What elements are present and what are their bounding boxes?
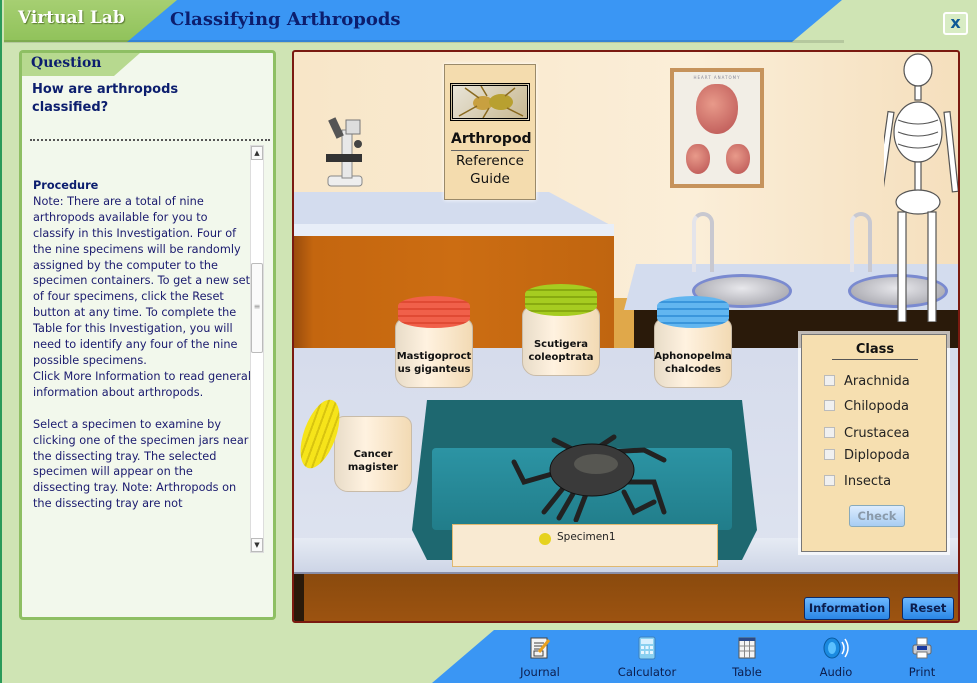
question-text: How are arthropods classified?	[32, 82, 179, 115]
lab-scene: Arthropod Reference Guide HEART ANATOMY	[292, 50, 960, 623]
specimen-label: Specimen1	[557, 531, 616, 543]
class-option-label: Arachnida	[844, 374, 910, 389]
procedure-paragraph: Select a specimen to examine by clicking…	[33, 417, 249, 511]
toolbar-calculator[interactable]: Calculator	[614, 636, 680, 679]
journal-icon	[530, 637, 551, 659]
reference-guide-subtitle: Reference Guide	[456, 153, 524, 187]
microscope-icon	[326, 117, 363, 187]
checkbox[interactable]	[824, 400, 835, 411]
specimen-indicator-dot	[539, 533, 551, 545]
reference-guide-title: Arthropod	[451, 131, 532, 151]
toolbar-label: Calculator	[617, 665, 677, 679]
specimen-jar-scutigera[interactable]: Scutigera coleoptrata	[522, 284, 600, 380]
toolbar-audio[interactable]: Audio	[814, 636, 858, 679]
heart-illustration	[686, 144, 710, 174]
procedure-paragraph: Click More Information to read general i…	[33, 369, 251, 399]
toolbar-label: Print	[908, 665, 936, 679]
heart-illustration	[726, 144, 750, 174]
paragraph-spacer	[33, 401, 251, 417]
faucet-icon	[850, 212, 872, 272]
checkbox[interactable]	[824, 475, 835, 486]
lab-title: Classifying Arthropods	[170, 9, 401, 30]
skeleton-icon	[884, 53, 958, 322]
heart-illustration	[696, 84, 738, 134]
arthropod-reference-guide[interactable]: Arthropod Reference Guide	[444, 64, 536, 200]
class-panel-title: Class	[832, 342, 918, 360]
toolbar-print[interactable]: Print	[900, 636, 944, 679]
table-icon	[738, 637, 756, 659]
class-option-insecta[interactable]: Insecta	[824, 474, 891, 492]
spider-diagram-image	[450, 83, 530, 121]
jar-lid	[398, 296, 470, 328]
specimen-jar-aphonopelma[interactable]: Aphonopelma chalcodes	[654, 296, 732, 392]
checkbox[interactable]	[824, 427, 835, 438]
dotted-divider	[30, 139, 270, 141]
toolbar-label: Table	[732, 665, 762, 679]
scroll-thumb[interactable]: ≡	[251, 263, 263, 353]
app-name: Virtual Lab	[18, 8, 125, 28]
jar-label: Cancer magister	[347, 449, 399, 473]
poster-title: HEART ANATOMY	[693, 75, 741, 80]
procedure-heading: Procedure	[33, 179, 99, 192]
jar-label: Aphonopelma chalcodes	[654, 351, 732, 375]
specimen-jar-mastigoproctus[interactable]: Mastigoproct us giganteus	[395, 296, 473, 392]
scroll-down-button[interactable]: ▼	[251, 538, 263, 552]
heart-anatomy-poster: HEART ANATOMY	[670, 68, 764, 188]
crab-specimen[interactable]	[504, 432, 674, 522]
class-option-label: Chilopoda	[844, 399, 909, 414]
class-option-label: Insecta	[844, 474, 892, 489]
print-icon	[912, 637, 932, 659]
jar-lid	[525, 284, 597, 316]
question-panel: Question How are arthropods classified? …	[19, 50, 276, 620]
calculator-icon	[638, 636, 656, 660]
procedure-paragraph: Note: There are a total of nine arthropo…	[33, 194, 251, 367]
jar-label: Scutigera coleoptrata	[528, 339, 594, 363]
checkbox[interactable]	[824, 375, 835, 386]
reset-button[interactable]: Reset	[902, 597, 954, 620]
toolbar-label: Audio	[819, 665, 853, 679]
jar-lid	[657, 296, 729, 328]
faucet-icon	[692, 212, 714, 272]
jar-label: Mastigoproct us giganteus	[396, 351, 472, 375]
class-panel: Class Arachnida Chilopoda Crustacea Dipl…	[801, 334, 947, 552]
audio-icon	[823, 637, 849, 659]
header-shadow	[4, 40, 844, 43]
close-icon: x	[950, 13, 961, 32]
toolbar-journal[interactable]: Journal	[513, 636, 567, 679]
specimen-label-box: Specimen1	[452, 524, 718, 567]
class-option-label: Diplopoda	[844, 448, 910, 463]
spider-icon	[458, 85, 524, 119]
class-option-label: Crustacea	[844, 426, 910, 441]
toolbar-label: Journal	[520, 665, 560, 679]
toolbar-table[interactable]: Table	[724, 636, 770, 679]
specimen-jar-cancer-magister[interactable]: Cancer magister	[334, 408, 412, 498]
close-button[interactable]: x	[943, 12, 968, 35]
virtual-lab-app: Virtual Lab Classifying Arthropods x Que…	[0, 0, 977, 683]
check-button[interactable]: Check	[849, 505, 905, 527]
procedure-text: Procedure Note: There are a total of nin…	[33, 178, 251, 598]
scroll-up-button[interactable]: ▲	[251, 146, 263, 160]
checkbox[interactable]	[824, 449, 835, 460]
class-option-crustacea[interactable]: Crustacea	[824, 426, 910, 444]
information-button[interactable]: Information	[804, 597, 890, 620]
question-tab-label: Question	[31, 55, 102, 71]
class-option-chilopoda[interactable]: Chilopoda	[824, 399, 909, 417]
procedure-scrollbar[interactable]: ▲ ≡ ▼	[250, 145, 264, 553]
class-option-arachnida[interactable]: Arachnida	[824, 374, 910, 392]
class-option-diplopoda[interactable]: Diplopoda	[824, 448, 910, 466]
